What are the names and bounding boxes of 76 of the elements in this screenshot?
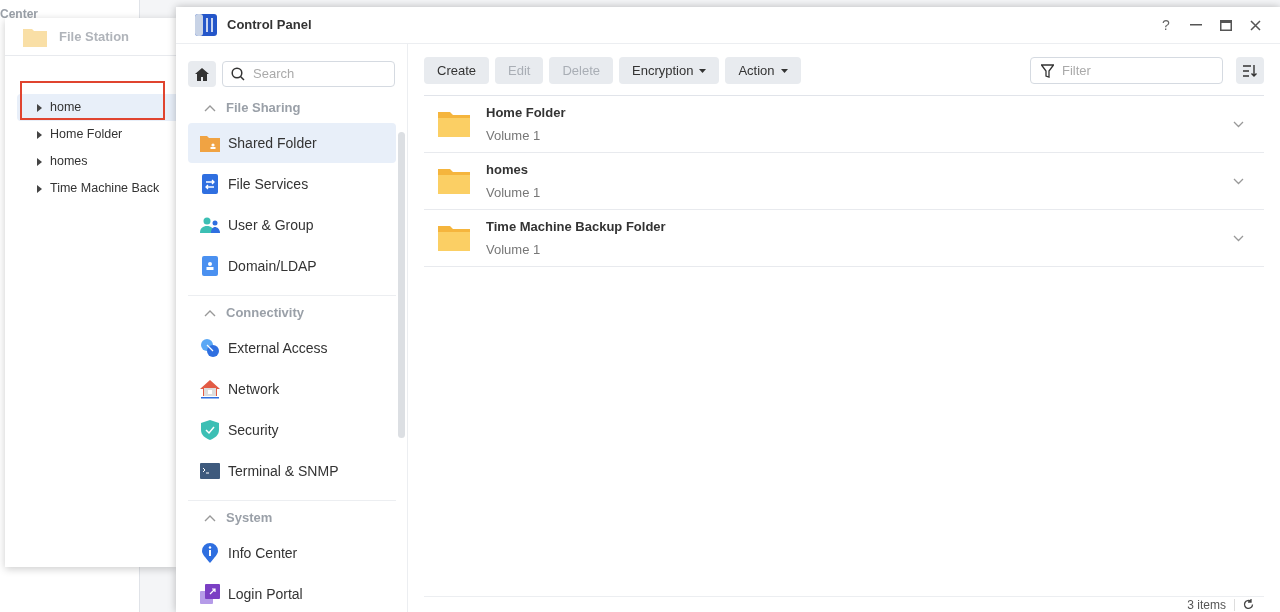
link-icon: [200, 338, 220, 358]
expand-chevron-icon[interactable]: [1233, 120, 1244, 128]
maximize-icon[interactable]: [1220, 19, 1232, 31]
section-heading: Connectivity: [226, 304, 304, 323]
help-button[interactable]: ?: [1151, 14, 1181, 36]
tree-item[interactable]: Time Machine Back: [17, 175, 176, 202]
volume-label: Volume 1: [486, 240, 542, 259]
section-heading: System: [226, 509, 273, 528]
expand-arrow-icon[interactable]: [37, 184, 42, 193]
home-button[interactable]: [188, 61, 216, 87]
shield-icon: [201, 420, 219, 440]
contact-card-icon: [201, 256, 219, 276]
caret-icon: [780, 68, 788, 73]
terminal-icon: [200, 463, 220, 479]
refresh-icon[interactable]: [1243, 599, 1254, 610]
home-icon: [195, 67, 209, 81]
info-pin-icon: [202, 543, 218, 563]
folder-icon: [438, 111, 470, 137]
control-panel-icon: [195, 14, 217, 36]
folder-row[interactable]: Time Machine Backup Folder Volume 1: [424, 210, 1264, 267]
document-icon: [201, 174, 219, 194]
expand-arrow-icon[interactable]: [37, 157, 42, 166]
section-heading: File Sharing: [226, 99, 301, 118]
collapse-chevron-icon[interactable]: [204, 514, 216, 522]
tree-item[interactable]: Home Folder: [17, 121, 176, 148]
expand-arrow-icon[interactable]: [37, 103, 42, 112]
folder-icon: [438, 168, 470, 194]
minimize-icon[interactable]: [1190, 24, 1202, 26]
window-title: Control Panel: [227, 16, 312, 35]
sidebar-item[interactable]: Shared Folder: [188, 123, 396, 163]
folder-row[interactable]: homes Volume 1: [424, 153, 1264, 210]
sidebar-item[interactable]: Terminal & SNMP: [188, 451, 396, 491]
window-title: File Station: [59, 27, 130, 46]
volume-label: Volume 1: [486, 126, 542, 145]
portal-icon: [200, 584, 220, 604]
expand-chevron-icon[interactable]: [1233, 177, 1244, 185]
sidebar-item[interactable]: Info Center: [188, 533, 396, 573]
collapse-chevron-icon[interactable]: [204, 104, 216, 112]
sort-button[interactable]: [1236, 57, 1264, 84]
scrollbar[interactable]: [398, 132, 405, 438]
folder-row[interactable]: Home Folder Volume 1: [424, 96, 1264, 153]
sidebar-item[interactable]: External Access: [188, 328, 396, 368]
folder-name: homes: [486, 161, 529, 179]
search-input[interactable]: Search: [253, 64, 373, 84]
search-icon: [231, 67, 245, 81]
folder-icon: [200, 134, 220, 152]
toolbar-button[interactable]: Action: [725, 57, 801, 84]
toolbar-button[interactable]: Create: [424, 57, 490, 84]
window-title: Center: [0, 8, 38, 20]
search-field[interactable]: Search: [222, 61, 395, 87]
volume-label: Volume 1: [486, 183, 541, 202]
sort-icon: [1242, 64, 1258, 77]
folder-icon: [23, 26, 47, 47]
sidebar-item[interactable]: Security: [188, 410, 396, 450]
tree-item[interactable]: homes: [17, 148, 176, 175]
folder-icon: [438, 225, 470, 251]
close-icon[interactable]: [1250, 19, 1261, 31]
house-icon: [200, 379, 220, 399]
folder-name: Home Folder: [486, 104, 566, 122]
sidebar-item[interactable]: Login Portal: [188, 574, 396, 612]
folder-name: Time Machine Backup Folder: [486, 218, 666, 236]
sidebar-item[interactable]: File Services: [188, 164, 396, 204]
filter-field[interactable]: Filter: [1030, 57, 1223, 84]
sidebar-item[interactable]: Network: [188, 369, 396, 409]
expand-chevron-icon[interactable]: [1233, 234, 1244, 242]
caret-icon: [699, 68, 707, 73]
toolbar-button[interactable]: Encryption: [619, 57, 720, 84]
collapse-chevron-icon[interactable]: [204, 309, 216, 317]
users-icon: [200, 217, 220, 233]
filter-input[interactable]: Filter: [1062, 60, 1202, 81]
tree-item[interactable]: home: [17, 94, 176, 121]
item-count: 3 items: [1187, 598, 1235, 611]
sidebar-item[interactable]: User & Group: [188, 205, 396, 245]
expand-arrow-icon[interactable]: [37, 130, 42, 139]
filter-icon: [1041, 63, 1054, 78]
sidebar-item[interactable]: Domain/LDAP: [188, 246, 396, 286]
